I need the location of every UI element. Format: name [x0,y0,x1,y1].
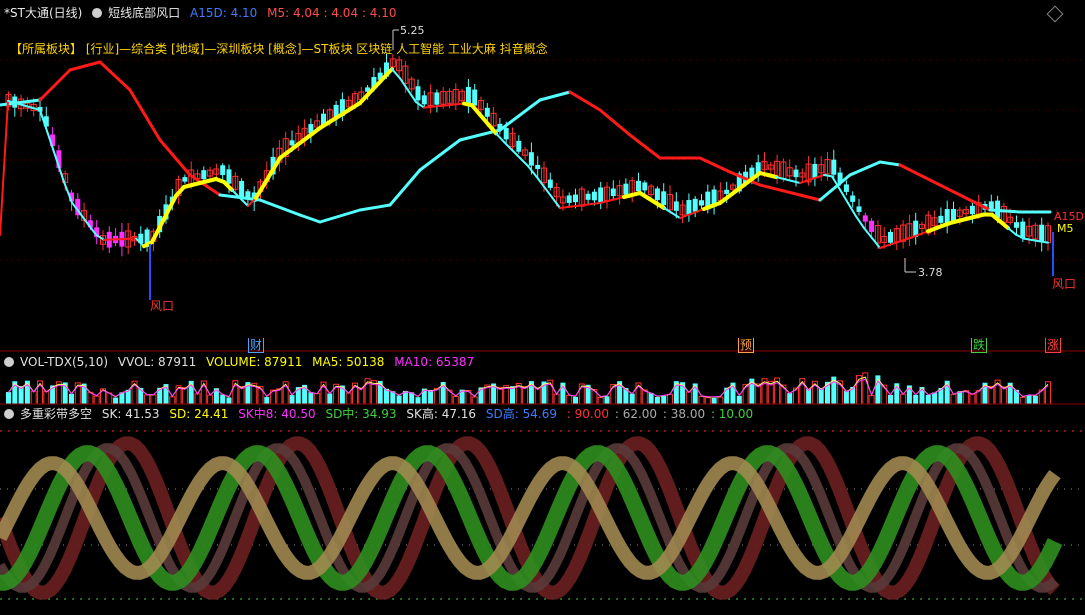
event-marker-zhang[interactable]: 涨 [1045,338,1062,353]
volume-chart[interactable] [0,355,1085,405]
high-price-label: 5.25 [400,24,425,37]
oscillator-chart[interactable] [0,423,1085,615]
oscillator-header: 多重彩带多空 SK: 41.53 SD: 24.41 SK中8: 40.50 S… [4,407,759,421]
price-chart[interactable]: 5.25 3.78 风口 风口 A15D M5 [0,0,1085,352]
level-62: : 62.00 [614,407,658,421]
osc-indicator-name[interactable]: 多重彩带多空 [20,407,92,421]
event-marker-yu[interactable]: 预 [738,338,755,353]
event-marker-die[interactable]: 跌 [971,338,988,353]
sk-high-value: SK高: 47.16 [406,407,477,421]
fengkou-label-2: 风口 [1052,277,1076,291]
level-38: : 38.00 [662,407,706,421]
low-price-label: 3.78 [918,266,943,279]
sd-mid-value: SD中: 34.93 [325,407,397,421]
sd-value: SD: 24.41 [169,407,229,421]
level-90: : 90.00 [566,407,610,421]
sd-high-value: SD高: 54.69 [485,407,557,421]
event-marker-cai[interactable]: 财 [248,338,265,353]
level-10: : 10.00 [710,407,754,421]
fengkou-label-1: 风口 [150,299,174,313]
sk-mid8-value: SK中8: 40.50 [238,407,316,421]
sk-value: SK: 41.53 [101,407,160,421]
osc-toggle-icon[interactable] [4,409,14,419]
m5-right-label: M5 [1057,222,1074,235]
candlesticks [5,53,1051,257]
